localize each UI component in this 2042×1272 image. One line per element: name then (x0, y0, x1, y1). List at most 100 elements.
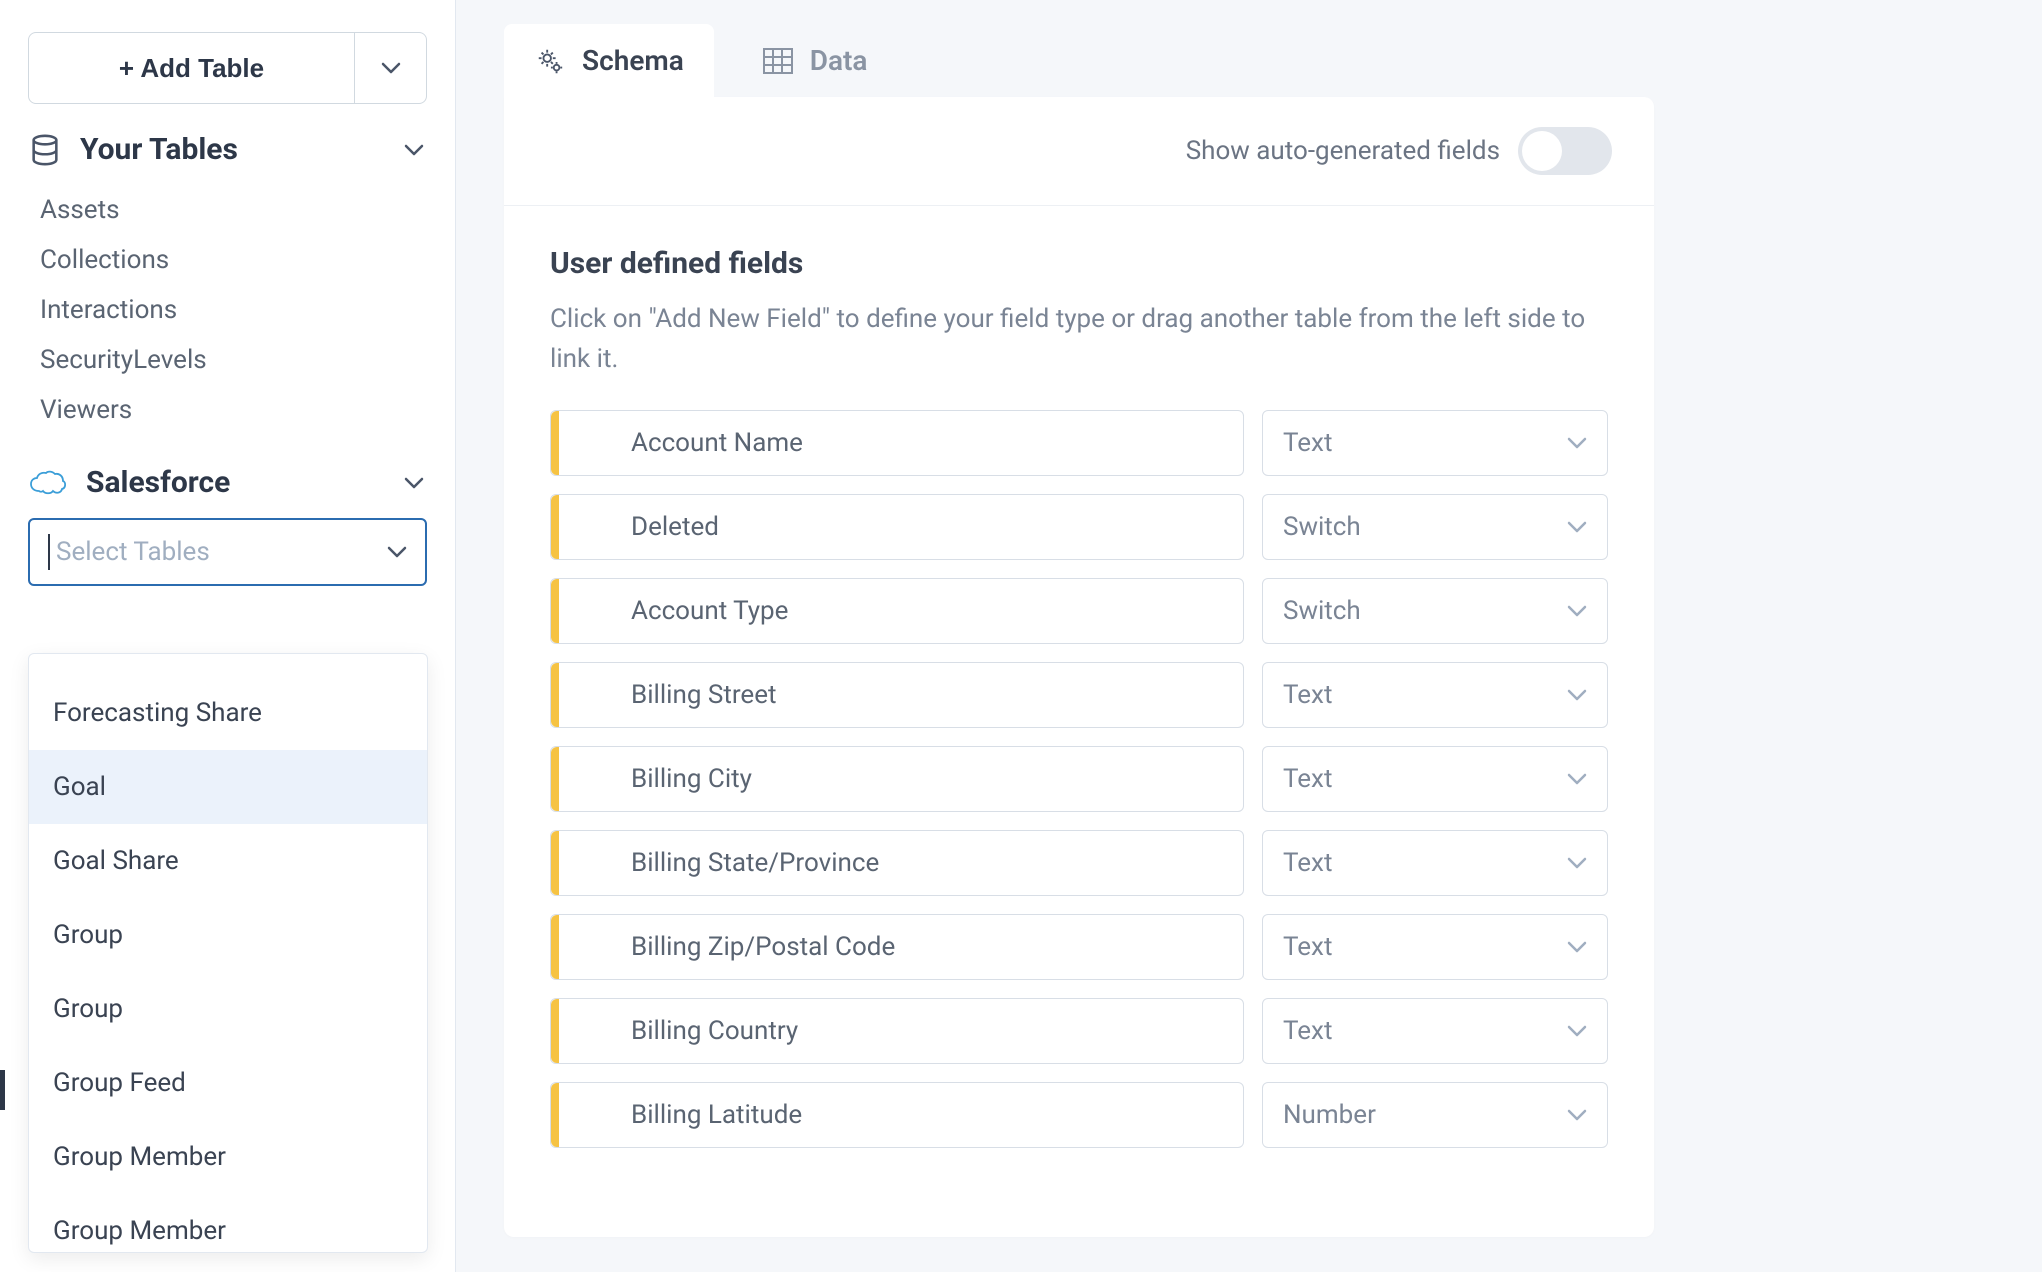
tabs: Schema Data (504, 24, 1994, 97)
chevron-down-icon (1567, 772, 1587, 786)
field-accent-bar (551, 831, 559, 895)
text-cursor (48, 534, 50, 570)
sidebar-table-item[interactable]: Interactions (28, 285, 427, 335)
tab-label: Schema (582, 44, 684, 77)
field-row: Billing Country Text (550, 998, 1608, 1064)
field-accent-bar (551, 1083, 559, 1147)
field-type-label: Text (1283, 764, 1567, 794)
autogen-fields-label: Show auto-generated fields (1186, 136, 1500, 166)
field-name-box[interactable]: Billing Zip/Postal Code (550, 914, 1244, 980)
schema-panel: Show auto-generated fields User defined … (504, 97, 1654, 1237)
field-type-select[interactable]: Text (1262, 998, 1608, 1064)
add-table-dropdown-button[interactable] (355, 32, 427, 104)
salesforce-section-header[interactable]: Salesforce (28, 465, 427, 500)
sidebar-table-item[interactable]: SecurityLevels (28, 335, 427, 385)
field-name-box[interactable]: Billing State/Province (550, 830, 1244, 896)
chevron-down-icon (1567, 940, 1587, 954)
field-type-select[interactable]: Number (1262, 1082, 1608, 1148)
field-name-label: Billing State/Province (559, 848, 879, 878)
dropdown-option[interactable]: Group Member (29, 1120, 427, 1194)
field-name-box[interactable]: Billing Latitude (550, 1082, 1244, 1148)
field-accent-bar (551, 999, 559, 1063)
field-row: Deleted Switch (550, 494, 1608, 560)
chevron-down-icon (404, 476, 424, 490)
left-edge-strip (0, 1070, 5, 1110)
schema-gear-icon (534, 46, 566, 76)
dropdown-option[interactable]: Group Feed (29, 1046, 427, 1120)
autogen-fields-toggle[interactable] (1518, 127, 1612, 175)
field-name-box[interactable]: Account Type (550, 578, 1244, 644)
field-type-select[interactable]: Text (1262, 914, 1608, 980)
dropdown-option[interactable]: Goal Share (29, 824, 427, 898)
field-name-box[interactable]: Billing Country (550, 998, 1244, 1064)
field-type-label: Text (1283, 848, 1567, 878)
field-row: Account Name Text (550, 410, 1608, 476)
dropdown-option[interactable]: Group Member (29, 1194, 427, 1253)
select-tables-placeholder: Select Tables (56, 537, 387, 567)
field-name-label: Account Name (559, 428, 803, 458)
select-tables-dropdown: Forecast ShareForecasting ShareGoalGoal … (28, 653, 428, 1253)
sidebar-table-item[interactable]: Collections (28, 235, 427, 285)
field-name-label: Deleted (559, 512, 719, 542)
field-accent-bar (551, 495, 559, 559)
dropdown-option[interactable]: Group (29, 898, 427, 972)
user-defined-fields-title: User defined fields (550, 246, 1608, 281)
field-name-box[interactable]: Deleted (550, 494, 1244, 560)
field-accent-bar (551, 579, 559, 643)
dropdown-option[interactable]: Group (29, 972, 427, 1046)
field-accent-bar (551, 663, 559, 727)
field-name-box[interactable]: Account Name (550, 410, 1244, 476)
field-name-label: Billing Latitude (559, 1100, 802, 1130)
field-type-label: Text (1283, 1016, 1567, 1046)
salesforce-title: Salesforce (86, 465, 383, 500)
field-type-select[interactable]: Text (1262, 746, 1608, 812)
field-name-box[interactable]: Billing City (550, 746, 1244, 812)
field-type-label: Switch (1283, 596, 1567, 626)
field-row: Billing Latitude Number (550, 1082, 1608, 1148)
dropdown-option[interactable]: Goal (29, 750, 427, 824)
tab-label: Data (810, 44, 868, 77)
field-accent-bar (551, 747, 559, 811)
field-type-label: Text (1283, 680, 1567, 710)
sidebar-table-item[interactable]: Assets (28, 185, 427, 235)
chevron-down-icon (1567, 688, 1587, 702)
field-type-select[interactable]: Text (1262, 662, 1608, 728)
tab-schema[interactable]: Schema (504, 24, 714, 97)
dropdown-option[interactable]: Forecasting Share (29, 676, 427, 750)
field-type-select[interactable]: Switch (1262, 494, 1608, 560)
toggle-knob (1522, 131, 1562, 171)
field-name-label: Billing Country (559, 1016, 798, 1046)
field-type-select[interactable]: Text (1262, 830, 1608, 896)
sidebar: + Add Table Your Tables AssetsCollection… (0, 0, 456, 1272)
chevron-down-icon (1567, 856, 1587, 870)
field-row: Account Type Switch (550, 578, 1608, 644)
field-accent-bar (551, 915, 559, 979)
field-type-label: Number (1283, 1100, 1567, 1130)
your-tables-list: AssetsCollectionsInteractionsSecurityLev… (28, 185, 427, 435)
field-name-box[interactable]: Billing Street (550, 662, 1244, 728)
field-row: Billing State/Province Text (550, 830, 1608, 896)
field-name-label: Billing Street (559, 680, 777, 710)
chevron-down-icon (1567, 520, 1587, 534)
field-type-label: Switch (1283, 512, 1567, 542)
chevron-down-icon (1567, 604, 1587, 618)
add-table-button[interactable]: + Add Table (28, 32, 355, 104)
tab-data[interactable]: Data (732, 24, 898, 97)
your-tables-section-header[interactable]: Your Tables (28, 132, 427, 167)
your-tables-title: Your Tables (80, 132, 383, 167)
select-tables-input[interactable]: Select Tables (28, 518, 427, 586)
chevron-down-icon (1567, 436, 1587, 450)
field-row: Billing Street Text (550, 662, 1608, 728)
sidebar-table-item[interactable]: Viewers (28, 385, 427, 435)
database-icon (28, 133, 62, 167)
field-accent-bar (551, 411, 559, 475)
field-row: Billing Zip/Postal Code Text (550, 914, 1608, 980)
field-name-label: Billing City (559, 764, 752, 794)
field-row: Billing City Text (550, 746, 1608, 812)
field-type-select[interactable]: Text (1262, 410, 1608, 476)
main-content: Schema Data Show auto-generated fields Us… (456, 0, 2042, 1272)
field-type-select[interactable]: Switch (1262, 578, 1608, 644)
chevron-down-icon (381, 61, 401, 75)
user-defined-fields-description: Click on "Add New Field" to define your … (550, 299, 1590, 380)
dropdown-option[interactable]: Forecast Share (29, 654, 427, 676)
